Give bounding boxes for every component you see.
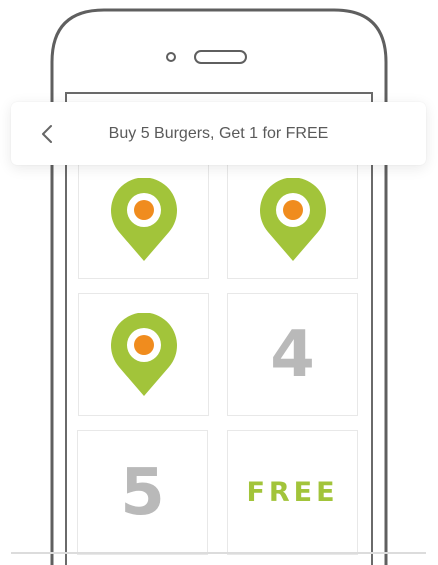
phone-speaker [194,50,247,64]
location-pin-icon [110,177,177,261]
stamp-tile-3 [78,293,209,416]
reward-tile: FREE [227,430,358,555]
stamp-tile-4: 4 [227,293,358,416]
bottom-divider [11,552,426,554]
phone-camera [166,52,176,62]
stamp-tile-5: 5 [77,430,208,555]
stamp-tile-1 [78,160,209,279]
phone-outline [50,8,388,565]
location-pin-icon [110,312,177,396]
stamp-number-4: 4 [270,317,315,392]
stamp-tile-2 [227,160,358,279]
stamp-number-5: 5 [120,455,165,530]
header-bar: Buy 5 Burgers, Get 1 for FREE [11,102,426,165]
free-reward-label: FREE [246,477,339,508]
page-title: Buy 5 Burgers, Get 1 for FREE [108,125,329,142]
location-pin-icon [259,177,326,261]
